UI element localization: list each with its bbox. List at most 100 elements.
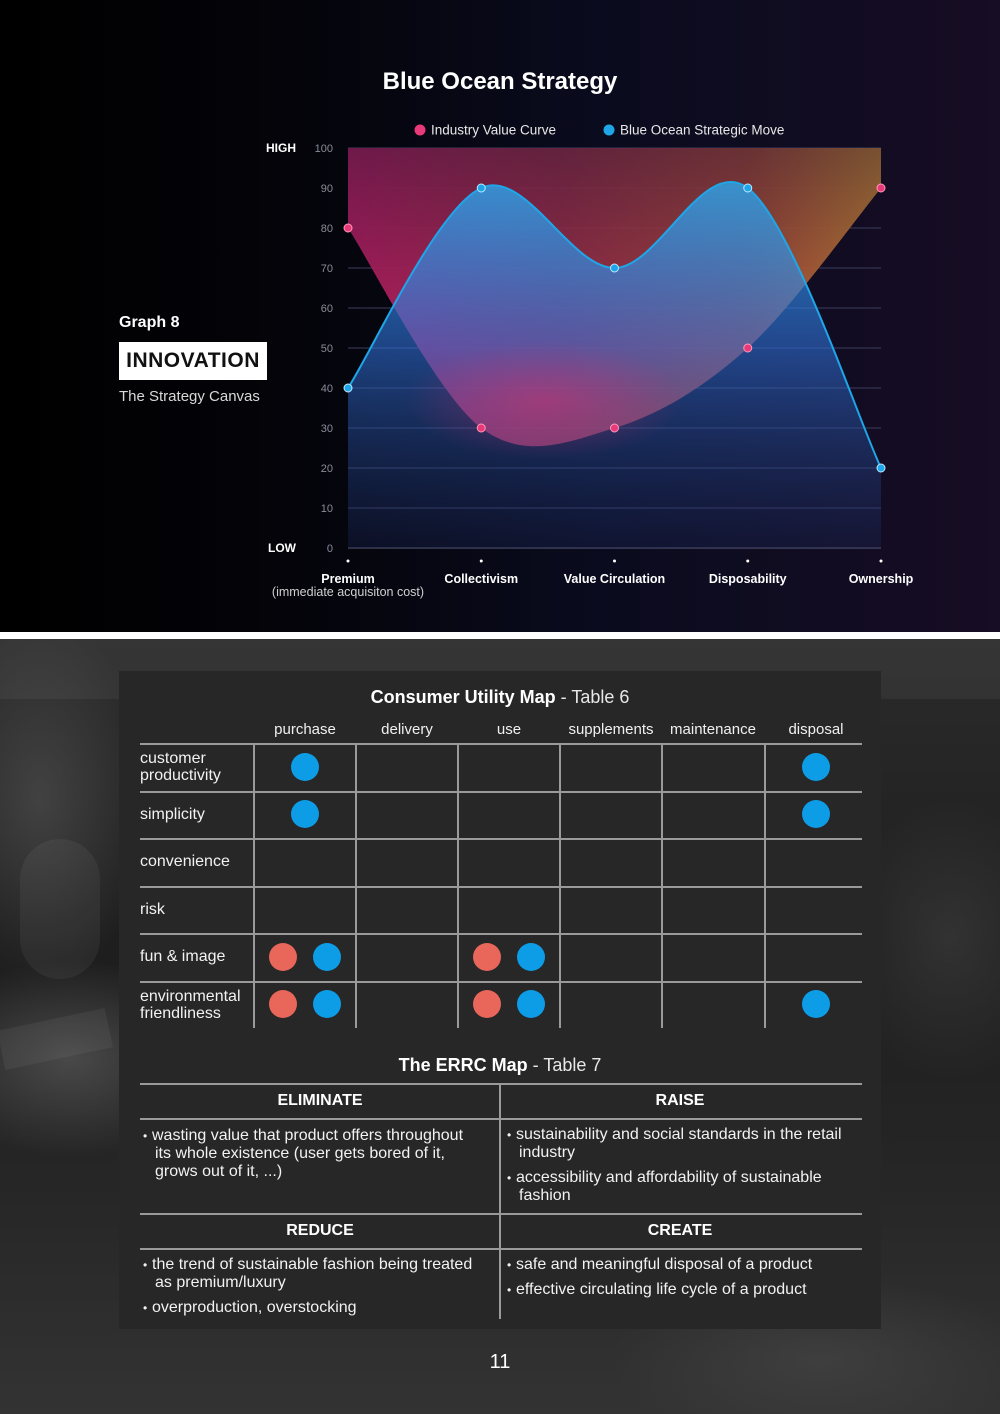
errc-mid-rule	[140, 1213, 862, 1215]
background-book-shape	[0, 1008, 113, 1070]
column-header-purchase: purchase	[274, 721, 336, 738]
row-label-fun-image: fun & image	[140, 948, 225, 965]
y-axis-ticks: 0 10 20 30 40 50 60 70 80 90 100 HIGH LOW	[266, 141, 333, 555]
x-tick-sublabel: (immediate acquisiton cost)	[272, 585, 424, 599]
row-label-customer-productivity: customer productivity	[140, 750, 221, 784]
errc-divider	[499, 1083, 501, 1319]
blue-dot	[517, 990, 545, 1019]
y-tick-label: 20	[321, 463, 333, 475]
errc-item: • wasting value that product offers throu…	[143, 1127, 492, 1181]
utility-map-title: Consumer Utility Map - Table 6	[119, 687, 881, 708]
red-dot	[269, 990, 297, 1019]
bullet: •	[507, 1283, 512, 1297]
y-high-label: HIGH	[266, 141, 296, 155]
utility-row-rule	[140, 933, 862, 935]
x-tick-mark	[479, 559, 483, 563]
column-header-use: use	[496, 721, 522, 738]
y-tick-label: 100	[315, 143, 333, 155]
bullet: •	[143, 1258, 148, 1272]
legend-label: Industry Value Curve	[431, 123, 556, 138]
y-tick-label: 50	[321, 343, 333, 355]
y-tick-label: 90	[321, 183, 333, 195]
innovation-box: INNOVATION	[119, 342, 267, 380]
errc-item-line: the trend of sustainable fashion being t…	[152, 1256, 473, 1273]
legend-marker	[414, 124, 426, 136]
errc-head-rule-2	[140, 1248, 862, 1250]
utility-map-title-sub: - Table 6	[560, 687, 630, 707]
utility-row-rule	[140, 838, 862, 840]
blue-ocean-point	[476, 183, 486, 193]
industry-point	[610, 423, 619, 433]
errc-item-line: fashion	[519, 1187, 571, 1204]
errc-map-title-sub: - Table 7	[532, 1055, 602, 1075]
errc-item-line: industry	[519, 1144, 576, 1161]
utility-column-rule	[764, 743, 766, 1028]
raise-list: • sustainability and social standards in …	[506, 1126, 856, 1205]
utility-row-rule	[140, 980, 862, 983]
red-dot	[473, 942, 501, 971]
blue-dot	[802, 990, 830, 1019]
row-label-convenience: convenience	[140, 853, 230, 870]
tables-section: Consumer Utility Map - Table 6 purchase d…	[0, 639, 1000, 1414]
graph-label: Graph 8	[119, 314, 180, 331]
x-tick-mark	[346, 559, 350, 563]
red-dot	[473, 990, 501, 1019]
industry-point	[743, 343, 753, 353]
chart-legend: Industry Value Curve Blue Ocean Strategic…	[414, 123, 784, 138]
reduce-heading: REDUCE	[286, 1222, 354, 1239]
x-tick-label: Premium	[321, 572, 375, 586]
x-tick-mark	[879, 559, 883, 563]
row-label-line: simplicity	[140, 805, 205, 823]
row-label-line: friendliness	[140, 1004, 221, 1022]
x-tick-label: Value Circulation	[564, 572, 665, 586]
utility-header-rule	[140, 743, 862, 745]
utility-column-rule	[253, 743, 255, 1028]
errc-item-line: wasting value that product offers throug…	[152, 1127, 464, 1144]
y-tick-label: 40	[321, 383, 333, 395]
utility-column-rule	[661, 743, 663, 1028]
series-areas	[348, 148, 881, 548]
industry-point	[876, 183, 886, 193]
create-list: • safe and meaningful disposal of a produ…	[506, 1256, 856, 1299]
bullet: •	[507, 1128, 512, 1142]
y-tick-label: 10	[321, 503, 333, 515]
x-tick-mark	[613, 559, 616, 563]
utility-row-rule	[140, 885, 862, 888]
legend-marker	[603, 124, 615, 136]
legend-label: Blue Ocean Strategic Move	[620, 123, 784, 138]
reduce-list: • the trend of sustainable fashion being …	[142, 1256, 492, 1317]
blue-ocean-point	[743, 183, 753, 193]
errc-map-title: The ERRC Map - Table 7	[119, 1055, 881, 1076]
y-tick-label: 70	[321, 263, 333, 275]
errc-item: • accessibility and affordability of sust…	[507, 1169, 856, 1205]
errc-item-line: its whole existence (user gets bored of …	[155, 1145, 445, 1162]
column-header-maintenance: maintenance	[670, 721, 756, 738]
x-tick-mark	[746, 559, 750, 563]
blue-dot	[313, 942, 341, 971]
errc-item-line: effective circulating life cycle of a pr…	[516, 1281, 807, 1298]
industry-point	[476, 423, 486, 433]
row-label-line: customer	[140, 750, 206, 767]
x-tick-label: Disposability	[709, 572, 787, 586]
create-heading: CREATE	[647, 1222, 713, 1239]
y-tick-label: 60	[321, 303, 333, 315]
chart-title: Blue Ocean Strategy	[383, 68, 618, 95]
errc-item: • sustainability and social standards in …	[507, 1126, 856, 1162]
column-header-supplements: supplements	[568, 721, 654, 738]
blue-dot	[313, 990, 341, 1019]
utility-column-rule	[457, 743, 459, 1028]
errc-item-line: accessibility and affordability of susta…	[516, 1169, 822, 1186]
industry-point	[343, 223, 353, 233]
blue-dot	[517, 942, 545, 971]
raise-heading: RAISE	[655, 1092, 705, 1109]
tables-panel: Consumer Utility Map - Table 6 purchase d…	[119, 671, 881, 1329]
row-label-line: convenience	[140, 853, 230, 870]
utility-column-rule	[355, 743, 357, 1028]
errc-top-rule	[140, 1083, 862, 1085]
errc-head-rule	[140, 1118, 862, 1120]
page-number: 11	[489, 1351, 511, 1373]
blue-ocean-point	[343, 383, 353, 393]
errc-map-title-main: The ERRC Map	[398, 1055, 528, 1075]
bullet: •	[143, 1301, 148, 1315]
bullet: •	[507, 1171, 512, 1185]
